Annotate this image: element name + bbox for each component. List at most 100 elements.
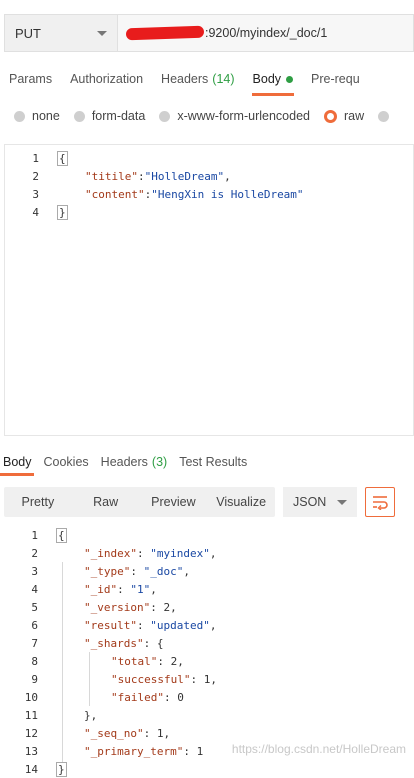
code-text: "content":"HengXin is HolleDream" (85, 187, 304, 201)
json-value: "updated" (150, 618, 210, 632)
line-number: 1 (31, 528, 38, 542)
code-line: 11 }, (4, 706, 414, 724)
tab-label: Authorization (70, 72, 144, 86)
tab-cookies[interactable]: Cookies (38, 448, 95, 476)
format-select[interactable]: JSON (283, 487, 357, 517)
code-text: "total": 2, (111, 654, 184, 668)
radio-label: none (32, 109, 60, 123)
line-number: 5 (31, 600, 38, 614)
radio-label: x-www-form-urlencoded (177, 109, 310, 123)
url-text: :9200/myindex/_doc/1 (205, 26, 328, 40)
chevron-down-icon (97, 30, 107, 36)
request-body-editor[interactable]: 1 { 2 "titile":"HolleDream", 3 "content"… (4, 144, 414, 436)
code-text: "_type": "_doc", (84, 564, 190, 578)
code-text: }, (84, 708, 98, 722)
json-value: "_doc" (143, 564, 184, 578)
tab-label: Body (252, 72, 282, 86)
tab-response-body[interactable]: Body (0, 448, 38, 476)
radio-urlencoded[interactable]: x-www-form-urlencoded (159, 109, 310, 123)
line-number: 11 (24, 708, 38, 722)
tab-label: Cookies (43, 455, 89, 469)
code-line: 10 "failed": 0 (4, 688, 414, 706)
json-value: "HengXin is HolleDream" (151, 187, 304, 201)
line-number: 3 (31, 564, 38, 578)
punct: , (150, 582, 157, 596)
code-text: } (56, 761, 67, 777)
punct: , (170, 600, 177, 614)
brace: } (56, 761, 67, 777)
json-key: "_type" (84, 564, 131, 578)
status-dot-icon (286, 75, 294, 83)
line-number: 3 (32, 187, 39, 201)
tab-headers[interactable]: Headers (14) (152, 62, 243, 96)
code-text: } (57, 204, 68, 220)
radio-label: form-data (91, 109, 146, 123)
code-line: 12 "_seq_no": 1, (4, 724, 414, 742)
code-line: 6 "result": "updated", (4, 616, 414, 634)
format-label: JSON (293, 495, 327, 509)
radio-binary[interactable] (378, 110, 396, 122)
json-value: "HolleDream" (144, 169, 225, 183)
punct: , (209, 618, 217, 632)
radio-raw[interactable]: raw (324, 109, 364, 123)
tab-authorization[interactable]: Authorization (61, 62, 152, 96)
line-number: 4 (32, 205, 39, 219)
json-key: "content" (85, 187, 145, 201)
radio-form-data[interactable]: form-data (73, 109, 146, 123)
line-number: 2 (31, 546, 38, 560)
json-key: "total" (111, 654, 158, 668)
code-text: "_seq_no": 1, (84, 726, 171, 740)
method-label: PUT (15, 25, 41, 41)
tab-params[interactable]: Params (0, 62, 61, 96)
line-number: 12 (24, 726, 38, 740)
punct: , (209, 546, 217, 560)
radio-circle-icon (378, 110, 390, 122)
code-line: 8 "total": 2, (4, 652, 414, 670)
headers-count: (14) (212, 72, 235, 86)
code-line: 1 { (5, 149, 413, 167)
punct: , (163, 726, 171, 740)
radio-none[interactable]: none (14, 109, 60, 123)
line-number: 7 (31, 636, 38, 650)
view-preview-button[interactable]: Preview (140, 487, 208, 517)
line-number: 6 (31, 618, 38, 632)
json-key: "_id" (84, 582, 118, 596)
tab-pre-request[interactable]: Pre-requ (302, 62, 369, 96)
line-number: 8 (31, 654, 38, 668)
method-select[interactable]: PUT (4, 14, 118, 52)
code-text: { (57, 150, 68, 166)
view-raw-button[interactable]: Raw (72, 487, 140, 517)
json-key: "_seq_no" (84, 726, 144, 740)
response-body-viewer[interactable]: 1 { 2 "_index": "myindex", 3 "_type": "_… (4, 526, 414, 778)
code-text: "_index": "myindex", (84, 546, 217, 560)
request-tabs: Params Authorization Headers (14) Body P… (0, 62, 414, 96)
json-key: "result" (84, 618, 137, 632)
tab-label: Headers (161, 72, 209, 86)
json-key: "_index" (84, 546, 137, 560)
line-number: 13 (24, 744, 38, 758)
code-line: 2 "titile":"HolleDream", (5, 167, 413, 185)
code-line: 1 { (4, 526, 414, 544)
json-key: "successful" (111, 672, 191, 686)
view-pretty-button[interactable]: Pretty (4, 487, 72, 517)
line-number: 1 (32, 151, 39, 165)
tab-label: Pre-requ (311, 72, 360, 86)
code-line: 3 "_type": "_doc", (4, 562, 414, 580)
code-text: "result": "updated", (84, 618, 217, 632)
tab-body[interactable]: Body (244, 62, 303, 96)
wrap-lines-button[interactable] (365, 487, 395, 517)
json-value: "myindex" (150, 546, 210, 560)
tab-response-headers[interactable]: Headers (3) (95, 448, 174, 476)
headers-count: (3) (151, 455, 168, 469)
url-input[interactable]: :9200/myindex/_doc/1 (118, 14, 414, 52)
line-number: 9 (31, 672, 38, 686)
code-line: 5 "_version": 2, (4, 598, 414, 616)
json-key: "_version" (84, 600, 151, 614)
punct: , (210, 672, 217, 686)
code-text: "_shards": { (84, 636, 164, 650)
radio-label: raw (344, 109, 365, 123)
view-visualize-button[interactable]: Visualize (207, 487, 275, 517)
chevron-down-icon (337, 499, 347, 505)
tab-test-results[interactable]: Test Results (173, 448, 253, 476)
punct: , (177, 654, 184, 668)
